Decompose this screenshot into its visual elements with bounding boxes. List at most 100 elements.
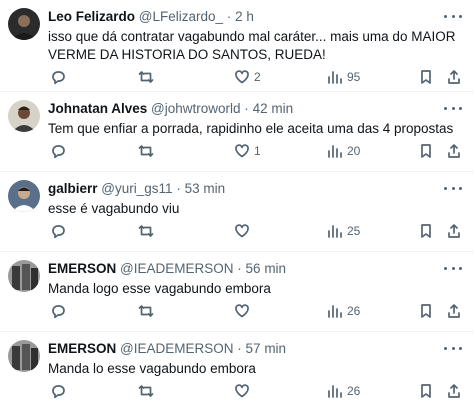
tweet-header: galbierr @yuri_gs11 · 53 min (48, 180, 464, 198)
retweet-icon (138, 225, 154, 237)
share-button[interactable] (446, 142, 462, 160)
retweet-button[interactable] (138, 142, 158, 160)
replies-feed: Leo Felizardo @LFelizardo_ · 2 h isso qu… (0, 0, 474, 416)
action-bar: 26 (48, 302, 464, 320)
views-button[interactable]: 26 (327, 382, 360, 400)
bookmark-button[interactable] (418, 68, 434, 86)
like-count: 1 (254, 144, 261, 158)
reply-button[interactable] (50, 68, 70, 86)
retweet-icon (138, 305, 154, 317)
separator-dot: · (237, 341, 242, 356)
like-button[interactable]: 1 (234, 142, 261, 160)
avatar[interactable] (8, 100, 40, 132)
tweet-header: EMERSON @IEADEMERSON · 57 min (48, 340, 464, 358)
action-bar: 1 20 (48, 142, 464, 160)
display-name[interactable]: EMERSON (48, 261, 116, 276)
bookmark-icon (421, 384, 431, 398)
bookmark-icon (421, 304, 431, 318)
user-handle[interactable]: @IEADEMERSON (120, 261, 233, 276)
reply-icon (52, 225, 65, 239)
user-handle[interactable]: @johwtroworld (151, 101, 240, 116)
share-icon (448, 70, 460, 84)
tweet-text: Manda lo esse vagabundo embora (48, 361, 256, 376)
bookmark-button[interactable] (418, 302, 434, 320)
reply-button[interactable] (50, 222, 70, 240)
views-icon (328, 225, 342, 238)
heart-icon (235, 304, 249, 318)
reply-tweet[interactable]: Leo Felizardo @LFelizardo_ · 2 h isso qu… (0, 0, 474, 92)
retweet-icon (138, 385, 154, 397)
separator-dot: · (244, 101, 249, 116)
heart-icon (235, 384, 249, 398)
share-icon (448, 144, 460, 158)
timestamp[interactable]: 42 min (253, 101, 294, 116)
reply-button[interactable] (50, 302, 70, 320)
retweet-button[interactable] (138, 68, 158, 86)
reply-button[interactable] (50, 382, 70, 400)
retweet-button[interactable] (138, 382, 158, 400)
like-button[interactable] (234, 382, 254, 400)
like-button[interactable]: 2 (234, 68, 261, 86)
action-bar: 26 (48, 382, 464, 400)
views-icon (328, 385, 342, 398)
avatar[interactable] (8, 260, 40, 292)
views-button[interactable]: 26 (327, 302, 360, 320)
bookmark-button[interactable] (418, 142, 434, 160)
tweet-header: Johnatan Alves @johwtroworld · 42 min (48, 100, 464, 118)
reply-tweet[interactable]: EMERSON @IEADEMERSON · 57 min Manda lo e… (0, 332, 474, 416)
display-name[interactable]: EMERSON (48, 341, 116, 356)
display-name[interactable]: galbierr (48, 181, 98, 196)
avatar[interactable] (8, 340, 40, 372)
view-count: 25 (347, 224, 361, 238)
reply-tweet[interactable]: galbierr @yuri_gs11 · 53 min esse é vaga… (0, 172, 474, 252)
share-icon (448, 384, 460, 398)
bookmark-icon (421, 144, 431, 158)
action-bar: 2 95 (48, 68, 464, 86)
share-button[interactable] (446, 68, 462, 86)
views-button[interactable]: 20 (327, 142, 360, 160)
user-handle[interactable]: @LFelizardo_ (139, 9, 223, 24)
timestamp[interactable]: 53 min (185, 181, 226, 196)
reply-tweet[interactable]: EMERSON @IEADEMERSON · 56 min Manda logo… (0, 252, 474, 332)
retweet-icon (138, 71, 154, 83)
share-icon (448, 304, 460, 318)
reply-icon (52, 71, 65, 85)
tweet-header: Leo Felizardo @LFelizardo_ · 2 h (48, 8, 464, 26)
avatar[interactable] (8, 8, 40, 40)
views-button[interactable]: 95 (327, 68, 360, 86)
reply-icon (52, 305, 65, 319)
reply-button[interactable] (50, 142, 70, 160)
view-count: 26 (347, 304, 361, 318)
timestamp[interactable]: 2 h (235, 9, 254, 24)
display-name[interactable]: Johnatan Alves (48, 101, 147, 116)
heart-icon (235, 224, 249, 238)
heart-icon (235, 70, 249, 84)
display-name[interactable]: Leo Felizardo (48, 9, 135, 24)
tweet-text: Tem que enfiar a porrada, rapidinho ele … (48, 121, 454, 136)
heart-icon (235, 144, 249, 158)
timestamp[interactable]: 56 min (246, 261, 287, 276)
bookmark-button[interactable] (418, 382, 434, 400)
avatar[interactable] (8, 180, 40, 212)
share-button[interactable] (446, 222, 462, 240)
reply-icon (52, 385, 65, 399)
separator-dot: · (237, 261, 242, 276)
reply-icon (52, 145, 65, 159)
timestamp[interactable]: 57 min (246, 341, 287, 356)
tweet-text: esse é vagabundo viu (48, 201, 180, 216)
tweet-text: isso que dá contratar vagabundo mal cará… (48, 29, 456, 62)
like-button[interactable] (234, 222, 254, 240)
views-button[interactable]: 25 (327, 222, 360, 240)
reply-tweet[interactable]: Johnatan Alves @johwtroworld · 42 min Te… (0, 92, 474, 172)
retweet-button[interactable] (138, 302, 158, 320)
user-handle[interactable]: @IEADEMERSON (120, 341, 233, 356)
retweet-button[interactable] (138, 222, 158, 240)
tweet-text: Manda logo esse vagabundo embora (48, 281, 271, 296)
like-button[interactable] (234, 302, 254, 320)
user-handle[interactable]: @yuri_gs11 (101, 181, 172, 196)
share-button[interactable] (446, 302, 462, 320)
tweet-header: EMERSON @IEADEMERSON · 56 min (48, 260, 464, 278)
share-button[interactable] (446, 382, 462, 400)
share-icon (448, 224, 460, 238)
bookmark-button[interactable] (418, 222, 434, 240)
